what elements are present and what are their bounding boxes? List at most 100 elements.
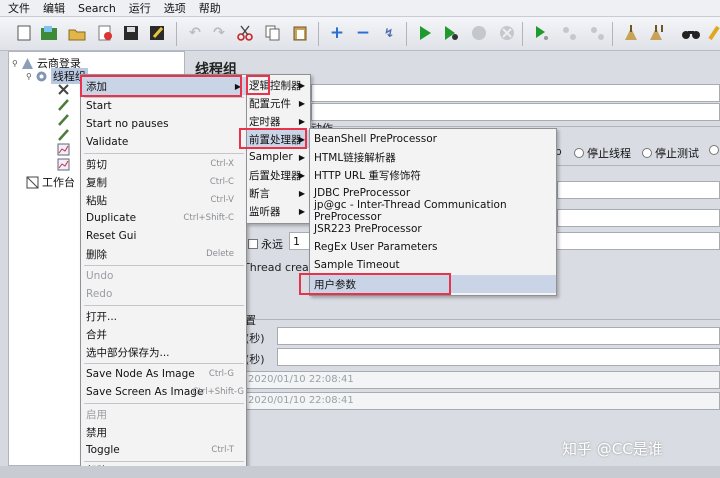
close-icon[interactable]	[94, 22, 116, 44]
shutdown-icon[interactable]	[496, 22, 518, 44]
submenu-item-assertion[interactable]: 断言 ▶	[247, 184, 310, 202]
menu-item-duplicate[interactable]: Duplicate Ctrl+Shift-C	[81, 209, 246, 227]
start-time-field[interactable]: 2020/01/10 22:08:41	[243, 371, 720, 389]
menu-item-validate[interactable]: Validate	[81, 133, 246, 151]
radio-stop-test-now[interactable]	[709, 145, 720, 155]
name-field[interactable]	[311, 84, 720, 102]
menu-item-start-no-pauses[interactable]: Start no pauses	[81, 115, 246, 133]
pipette-icon	[58, 99, 69, 111]
toggle-icon[interactable]: ↯	[378, 22, 400, 44]
radio-stop-test[interactable]: 停止测试	[642, 145, 699, 161]
paste-icon[interactable]	[289, 22, 311, 44]
tree-node-child-5[interactable]	[57, 143, 73, 156]
tree-node-child-4[interactable]	[57, 128, 73, 141]
tree-node-workbench[interactable]: 工作台	[26, 174, 75, 190]
duration-label: (秒)	[245, 332, 265, 345]
remote-start-icon[interactable]	[530, 22, 552, 44]
pre-item-http-url-rewriting[interactable]: HTTP URL 重写修饰符	[310, 166, 556, 184]
toolbar: ↶ ↷ + − ↯	[0, 17, 720, 51]
menu-item-save-node-image[interactable]: Save Node As Image Ctrl-G	[81, 365, 246, 383]
pre-item-beanshell[interactable]: BeanShell PreProcessor	[310, 130, 556, 148]
menu-item-open[interactable]: 打开...	[81, 307, 246, 325]
pre-item-inter-thread[interactable]: jp@gc - Inter-Thread Communication PrePr…	[310, 199, 556, 223]
radio-stop-thread[interactable]: 停止线程	[574, 145, 631, 161]
copy-icon[interactable]	[262, 22, 284, 44]
submenu-item-pre-processor[interactable]: 前置处理器 ▶	[247, 130, 310, 148]
end-time-field[interactable]: 2020/01/10 22:08:41	[243, 392, 720, 410]
tree-node-thread-group[interactable]: ⚲ 线程组	[26, 68, 88, 84]
pre-item-sample-timeout[interactable]: Sample Timeout	[310, 256, 556, 274]
reset-search-icon[interactable]	[704, 22, 720, 44]
start-no-pauses-icon[interactable]	[440, 22, 462, 44]
remote-stop-icon[interactable]	[558, 22, 580, 44]
open-icon[interactable]	[66, 22, 88, 44]
save-as-icon[interactable]	[146, 22, 168, 44]
gear-icon	[36, 71, 47, 81]
pipette-icon	[58, 129, 69, 141]
tree-node-child-3[interactable]	[57, 113, 73, 126]
submenu-item-listener[interactable]: 监听器 ▶	[247, 202, 310, 220]
collapse-icon[interactable]: −	[352, 22, 374, 44]
pre-item-regex-user-params[interactable]: RegEx User Parameters	[310, 238, 556, 256]
submenu-item-config-element[interactable]: 配置元件 ▶	[247, 94, 310, 112]
templates-icon[interactable]	[38, 22, 60, 44]
chart-icon	[57, 143, 70, 156]
new-icon[interactable]	[13, 22, 35, 44]
search-binoculars-icon[interactable]	[680, 22, 702, 44]
menu-item-save-selection[interactable]: 选中部分保存为...	[81, 343, 246, 361]
menu-item-paste[interactable]: 粘贴 Ctrl-V	[81, 191, 246, 209]
tools-icon	[58, 84, 69, 95]
submenu-item-sampler[interactable]: Sampler ▶	[247, 148, 310, 166]
tree-node-child-6[interactable]	[57, 158, 73, 171]
remote-exit-icon[interactable]	[586, 22, 608, 44]
submenu-item-logic-controller[interactable]: 逻辑控制器 ▶	[247, 76, 310, 94]
threads-field[interactable]	[557, 181, 720, 199]
tree-node-child-1[interactable]	[57, 83, 73, 96]
ramp-up-field[interactable]	[557, 209, 720, 227]
pre-item-jsr223[interactable]: JSR223 PreProcessor	[310, 220, 556, 238]
redo-icon[interactable]: ↷	[208, 22, 230, 44]
menu-item-disable[interactable]: 禁用	[81, 423, 246, 441]
menu-item-undo[interactable]: Undo	[81, 267, 246, 285]
menu-item-save-screen-image[interactable]: Save Screen As Image Ctrl+Shift-G	[81, 383, 246, 401]
menu-help[interactable]: 帮助	[199, 0, 221, 16]
menu-item-copy[interactable]: 复制 Ctrl-C	[81, 173, 246, 191]
pre-processor-submenu: BeanShell PreProcessor HTML链接解析器 HTTP UR…	[309, 128, 557, 296]
status-bar	[0, 466, 720, 478]
startup-delay-label: (秒)	[245, 353, 265, 366]
menu-item-add[interactable]: 添加 ▶	[81, 77, 246, 95]
expand-icon[interactable]: +	[326, 22, 348, 44]
pre-item-user-parameters[interactable]: 用户参数	[310, 275, 556, 293]
menu-item-toggle[interactable]: Toggle Ctrl-T	[81, 441, 246, 459]
menu-options[interactable]: 选项	[164, 0, 186, 16]
menu-item-redo[interactable]: Redo	[81, 285, 246, 303]
menu-file[interactable]: 文件	[8, 0, 30, 16]
clear-all-icon[interactable]	[646, 22, 668, 44]
menu-item-delete[interactable]: 删除 Delete	[81, 245, 246, 263]
save-icon[interactable]	[120, 22, 142, 44]
duration-field[interactable]	[277, 327, 720, 345]
cut-icon[interactable]	[234, 22, 256, 44]
submenu-item-timer[interactable]: 定时器 ▶	[247, 112, 310, 130]
start-icon[interactable]	[414, 22, 436, 44]
undo-icon[interactable]: ↶	[184, 22, 206, 44]
chart-icon	[57, 158, 70, 171]
menu-item-merge[interactable]: 合并	[81, 325, 246, 343]
tree-node-child-2[interactable]	[57, 98, 73, 111]
workbench-icon	[26, 176, 39, 188]
submenu-item-post-processor[interactable]: 后置处理器 ▶	[247, 166, 310, 184]
stop-icon[interactable]	[468, 22, 490, 44]
menu-item-cut[interactable]: 剪切 Ctrl-X	[81, 155, 246, 173]
menu-item-enable[interactable]: 启用	[81, 405, 246, 423]
menu-item-reset-gui[interactable]: Reset Gui	[81, 227, 246, 245]
forever-checkbox[interactable]: 永远	[248, 236, 283, 252]
clear-icon[interactable]	[620, 22, 642, 44]
pre-item-html-link-parser[interactable]: HTML链接解析器	[310, 148, 556, 166]
pipette-icon	[58, 114, 69, 126]
menu-search[interactable]: Search	[78, 2, 116, 15]
menu-item-start[interactable]: Start	[81, 97, 246, 115]
menu-edit[interactable]: 编辑	[43, 0, 65, 16]
startup-delay-field[interactable]	[277, 348, 720, 366]
comment-field[interactable]	[311, 103, 720, 121]
menu-run[interactable]: 运行	[129, 0, 151, 16]
